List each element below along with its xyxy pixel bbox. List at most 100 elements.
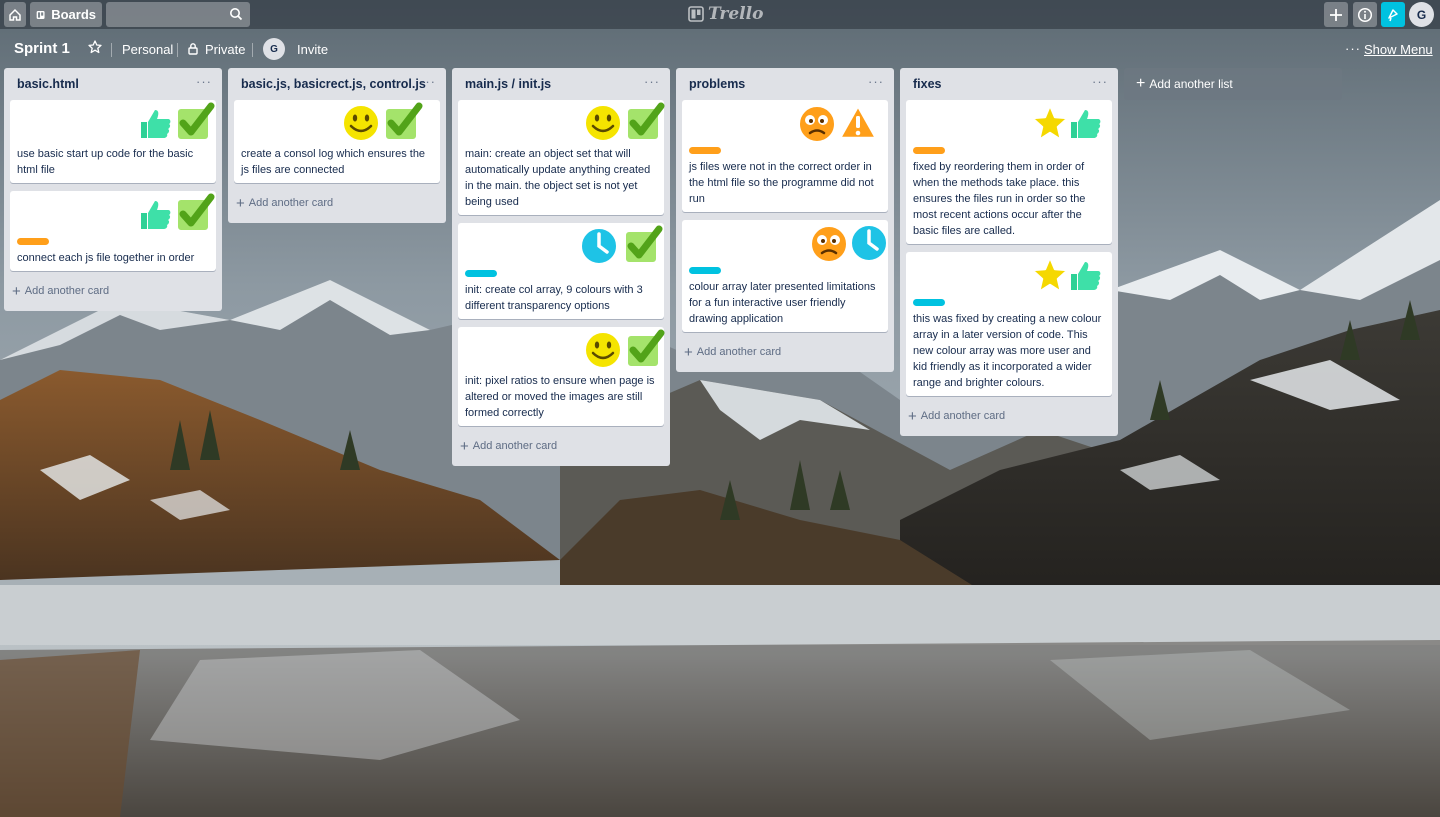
show-menu-button[interactable]: Show Menu [1364, 42, 1433, 57]
card-title: fixed by reordering them in order of whe… [913, 161, 1086, 237]
list-menu-icon[interactable]: ··· [868, 74, 884, 89]
label-sky[interactable] [689, 267, 721, 274]
add-card-button[interactable]: + Add another card [682, 340, 888, 364]
list-menu-icon[interactable]: ··· [644, 74, 660, 89]
list-problems: problems ··· js files were not in the co… [676, 68, 894, 372]
home-button[interactable] [4, 2, 26, 27]
smile-icon [342, 104, 380, 142]
add-card-button[interactable]: + Add another card [458, 434, 664, 458]
plus-icon: + [908, 407, 917, 425]
info-button[interactable] [1353, 2, 1377, 27]
label-sky[interactable] [465, 270, 497, 277]
list-header[interactable]: fixes ··· [900, 68, 1118, 100]
check-icon [626, 102, 665, 141]
create-button[interactable] [1324, 2, 1348, 27]
plus-icon [1330, 8, 1342, 21]
clock-icon [580, 227, 618, 265]
card[interactable]: init: create col array, 9 colours with 3… [458, 223, 664, 319]
list-header[interactable]: basic.js, basicrect.js, control.js ··· [228, 68, 446, 100]
lock-icon[interactable] [187, 42, 199, 55]
star-icon[interactable] [88, 40, 102, 54]
card[interactable]: create a consol log which ensures the js… [234, 100, 440, 183]
board-header: Sprint 1 Personal Private G Invite ··· S… [0, 29, 1440, 69]
logo-text: Trello [708, 4, 764, 24]
card-title: init: create col array, 9 colours with 3… [465, 284, 643, 312]
more-icon[interactable]: ··· [1345, 41, 1361, 56]
search-icon[interactable] [229, 7, 243, 21]
notifications-button[interactable] [1381, 2, 1405, 27]
add-card-button[interactable]: + Add another card [906, 404, 1112, 428]
card[interactable]: colour array later presented limitations… [682, 220, 888, 332]
add-card-label: Add another card [24, 285, 110, 297]
list-title[interactable]: basic.html [17, 77, 79, 91]
list-header[interactable]: problems ··· [676, 68, 894, 100]
card-title: init: pixel ratios to ensure when page i… [465, 375, 655, 419]
card[interactable]: js files were not in the correct order i… [682, 100, 888, 212]
plus-icon: + [684, 343, 693, 361]
add-card-label: Add another card [472, 440, 558, 452]
list-title[interactable]: problems [689, 77, 745, 91]
card-stickers [17, 100, 215, 146]
boards-button[interactable]: Boards [30, 2, 102, 27]
board-title[interactable]: Sprint 1 [14, 40, 70, 57]
label-sky[interactable] [913, 299, 945, 306]
list-title[interactable]: fixes [913, 77, 942, 91]
list-header[interactable]: main.js / init.js ··· [452, 68, 670, 100]
label-orange[interactable] [913, 147, 945, 154]
card[interactable]: use basic start up code for the basic ht… [10, 100, 216, 183]
smile-icon [584, 331, 622, 369]
card[interactable]: this was fixed by creating a new colour … [906, 252, 1112, 396]
divider [111, 43, 112, 57]
thumbsup-icon [1067, 104, 1105, 142]
card-title: colour array later presented limitations… [689, 281, 876, 325]
card[interactable]: fixed by reordering them in order of whe… [906, 100, 1112, 244]
add-card-button[interactable]: + Add another card [10, 279, 216, 303]
user-avatar[interactable]: G [1409, 2, 1434, 27]
list-title[interactable]: basic.js, basicrect.js, control.js [241, 77, 426, 91]
thumbsup-icon [137, 104, 175, 142]
list-header[interactable]: basic.html ··· [4, 68, 222, 100]
list-menu-icon[interactable]: ··· [420, 74, 436, 89]
add-card-label: Add another card [248, 197, 334, 209]
thumbsup-icon [137, 195, 175, 233]
warning-icon [838, 104, 878, 140]
team-button[interactable]: Personal [122, 42, 173, 57]
trello-logo[interactable]: Trello [688, 4, 763, 24]
plus-icon: + [12, 282, 21, 300]
plus-icon: + [1136, 75, 1146, 92]
check-icon [384, 102, 423, 141]
add-list-button[interactable]: + Add another list [1124, 68, 1342, 100]
check-icon [176, 193, 215, 232]
invite-button[interactable]: Invite [297, 42, 328, 57]
card-stickers [465, 223, 663, 269]
frown-icon [798, 105, 836, 143]
card-title: this was fixed by creating a new colour … [913, 313, 1102, 389]
card[interactable]: connect each js file together in order [10, 191, 216, 271]
search-input[interactable] [106, 2, 232, 27]
search-box[interactable] [106, 2, 250, 27]
member-avatar[interactable]: G [263, 38, 285, 60]
list-basic-js: basic.js, basicrect.js, control.js ··· c… [228, 68, 446, 223]
card-title: connect each js file together in order [17, 252, 195, 264]
card[interactable]: init: pixel ratios to ensure when page i… [458, 327, 665, 426]
add-card-button[interactable]: + Add another card [234, 191, 440, 215]
bell-icon [1388, 8, 1398, 21]
check-icon [626, 329, 665, 368]
add-card-label: Add another card [696, 346, 782, 358]
list-title[interactable]: main.js / init.js [465, 77, 551, 91]
info-icon [1357, 7, 1373, 22]
list-menu-icon[interactable]: ··· [196, 74, 212, 89]
card-title: create a consol log which ensures the js… [241, 148, 426, 176]
clock-icon [850, 224, 888, 262]
visibility-button[interactable]: Private [205, 42, 245, 57]
label-orange[interactable] [17, 238, 49, 245]
card-stickers [689, 220, 888, 266]
card-title: js files were not in the correct order i… [689, 161, 874, 205]
divider [177, 43, 178, 57]
label-orange[interactable] [689, 147, 721, 154]
boards-icon [36, 10, 45, 19]
add-list-label: Add another list [1149, 77, 1233, 91]
list-menu-icon[interactable]: ··· [1092, 74, 1108, 89]
card[interactable]: main: create an object set that will aut… [458, 100, 665, 215]
card-stickers [465, 100, 665, 146]
